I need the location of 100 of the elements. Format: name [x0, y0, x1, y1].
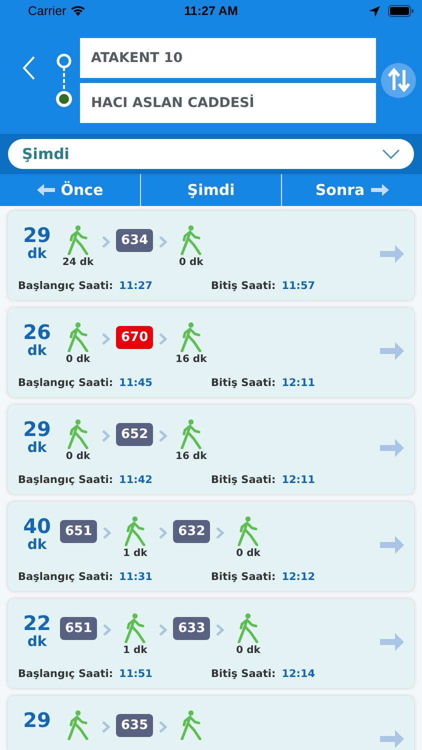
- duration-value: 29: [23, 419, 51, 439]
- location-arrow-icon: [368, 6, 380, 16]
- arrow-right-icon: [380, 342, 404, 360]
- walking-person-icon: [180, 225, 202, 255]
- arrow-right-icon: [380, 633, 404, 651]
- arrow-right-icon: [380, 730, 404, 748]
- back-icon[interactable]: [22, 55, 36, 81]
- duration-unit: dk: [27, 538, 47, 552]
- bus-line-badge: 632: [173, 520, 210, 543]
- swap-button[interactable]: [381, 62, 416, 98]
- duration-unit: dk: [27, 247, 47, 261]
- duration-value: 40: [23, 516, 51, 536]
- route-card[interactable]: 29 dk 24 dk 634 0 dk Başlangıç Saati: 11:27 Bitiş Saati: 11:57: [8, 211, 414, 300]
- chevron-down-icon: [382, 149, 400, 159]
- walking-person-icon: [124, 516, 146, 546]
- route-card[interactable]: 29 635: [8, 696, 414, 750]
- walking-person-icon: [67, 322, 89, 352]
- end-time-value: 12:11: [282, 474, 316, 486]
- bus-line-badge: 634: [116, 229, 154, 252]
- walk-duration: 24 dk: [62, 257, 94, 268]
- route-card[interactable]: 22 dk 651 1 dk 633 0 dk Başlangıç Saati: 11:51 Bitiş Saati: 12:14: [8, 599, 414, 688]
- chevron-right-icon: [103, 624, 112, 636]
- start-time-label: Başlangıç Saati:: [18, 571, 114, 583]
- chevron-right-icon: [159, 527, 168, 539]
- end-time-label: Bitiş Saati:: [211, 571, 276, 583]
- walk-duration: 1 dk: [123, 645, 148, 656]
- chevron-right-icon: [159, 721, 168, 733]
- end-time-label: Bitiş Saati:: [211, 474, 276, 486]
- chevron-right-icon: [216, 624, 224, 636]
- bus-line-badge: 651: [60, 617, 98, 640]
- walk-duration: 0 dk: [66, 354, 90, 365]
- carrier-name: Carrier: [28, 4, 66, 18]
- chevron-right-icon: [159, 333, 168, 345]
- end-time-value: 12:14: [282, 668, 316, 680]
- walk-duration: 1 dk: [123, 548, 148, 559]
- arrow-right-icon: [380, 536, 404, 554]
- start-time-value: 11:27: [119, 280, 152, 292]
- chevron-right-icon: [159, 236, 168, 248]
- bus-line-badge: 652: [116, 423, 154, 446]
- chevron-right-icon: [102, 333, 110, 345]
- arrow-right-icon: [370, 184, 389, 196]
- duration-unit: dk: [27, 344, 47, 358]
- start-time-label: Başlangıç Saati:: [18, 474, 114, 486]
- walk-duration: 16 dk: [176, 451, 207, 462]
- walking-person-icon: [180, 710, 202, 740]
- chevron-right-icon: [102, 430, 110, 442]
- walking-person-icon: [67, 419, 89, 449]
- duration-unit: dk: [27, 635, 47, 649]
- origin-field[interactable]: ATAKENT 10: [80, 38, 376, 78]
- duration-value: 29: [23, 225, 51, 245]
- end-time-value: 12:11: [282, 377, 316, 389]
- walk-duration: 16 dk: [176, 354, 207, 365]
- walking-person-icon: [67, 710, 89, 740]
- walk-duration: 0 dk: [179, 257, 204, 268]
- bus-line-badge: 651: [60, 520, 98, 543]
- end-time-value: 11:57: [282, 280, 316, 292]
- duration-value: 29: [23, 710, 51, 730]
- start-time-label: Başlangıç Saati:: [18, 280, 114, 292]
- walking-person-icon: [124, 613, 146, 643]
- start-time-value: 11:51: [119, 668, 152, 680]
- walking-person-icon: [180, 419, 202, 449]
- walking-person-icon: [237, 516, 260, 546]
- end-time-label: Bitiş Saati:: [211, 668, 276, 680]
- route-card[interactable]: 40 dk 651 1 dk 632 0 dk Başlangıç Saati: 11:31 Bitiş Saati: 12:12: [8, 502, 414, 591]
- walk-duration: 0 dk: [66, 451, 90, 462]
- destination-field[interactable]: HACI ASLAN CADDESİ: [80, 82, 376, 122]
- end-time-value: 12:12: [282, 571, 316, 583]
- duration-value: 26: [23, 322, 51, 342]
- chevron-right-icon: [102, 236, 110, 248]
- start-time-label: Başlangıç Saati:: [18, 668, 114, 680]
- chevron-right-icon: [159, 430, 168, 442]
- walking-person-icon: [67, 225, 89, 255]
- route-card[interactable]: 29 dk 0 dk 652 16 dk Başlangıç Saati: 11:42 Bitiş Saati: 12:11: [8, 405, 414, 494]
- walking-person-icon: [237, 613, 260, 643]
- duration-unit: dk: [27, 441, 47, 455]
- bus-line-badge: 633: [173, 617, 210, 640]
- walking-person-icon: [180, 322, 202, 352]
- arrow-right-icon: [380, 245, 404, 263]
- time-tab[interactable]: Sonra: [281, 174, 422, 206]
- start-time-value: 11:45: [119, 377, 152, 389]
- walk-duration: 0 dk: [236, 548, 260, 559]
- chevron-right-icon: [102, 721, 110, 733]
- arrow-right-icon: [380, 439, 404, 457]
- clock-time: 11:27 AM: [184, 4, 238, 18]
- battery-icon: [388, 5, 414, 17]
- walk-duration: 0 dk: [236, 645, 260, 656]
- start-time-value: 11:42: [119, 474, 152, 486]
- start-time-label: Başlangıç Saati:: [18, 377, 114, 389]
- end-time-label: Bitiş Saati:: [211, 280, 276, 292]
- time-tab[interactable]: Şimdi: [140, 174, 281, 206]
- wifi-icon: [70, 5, 86, 17]
- time-dropdown[interactable]: Şimdi: [8, 139, 414, 169]
- arrow-left-icon: [36, 184, 55, 196]
- route-card[interactable]: 26 dk 0 dk 670 16 dk Başlangıç Saati: 11:45 Bitiş Saati: 12:11: [8, 308, 414, 397]
- duration-value: 22: [23, 613, 51, 633]
- end-time-label: Bitiş Saati:: [211, 377, 276, 389]
- chevron-right-icon: [216, 527, 224, 539]
- time-tab[interactable]: Önce: [0, 174, 140, 206]
- chevron-right-icon: [159, 624, 168, 636]
- bus-line-badge: 635: [116, 714, 154, 737]
